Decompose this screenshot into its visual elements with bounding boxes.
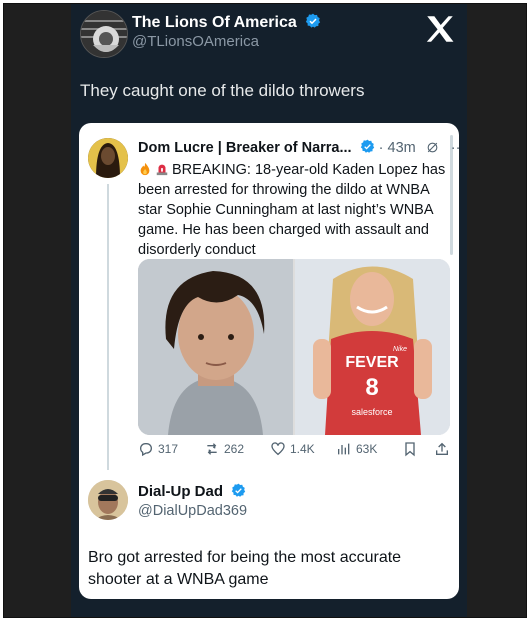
bookmark-icon: [405, 442, 415, 457]
views-icon: [338, 443, 350, 455]
screenshot-frame: The Lions Of America @TLionsOAmerica The…: [3, 3, 527, 618]
grok-icon[interactable]: [426, 141, 439, 154]
quote-author-name[interactable]: Dom Lucre | Breaker of Narra...: [138, 140, 352, 156]
jersey-brand: Nike: [393, 346, 407, 353]
like-button[interactable]: 1.4K: [270, 441, 315, 457]
views-button[interactable]: 63K: [336, 441, 377, 457]
author-name[interactable]: The Lions Of America: [132, 13, 321, 32]
quote-author-avatar[interactable]: [88, 138, 128, 178]
repost-count: 262: [224, 442, 245, 456]
siren-icon: [156, 164, 168, 176]
reply-icon: [140, 443, 152, 457]
quote-actions: 317 262 1.4K 63K: [138, 441, 454, 461]
share-button[interactable]: [434, 441, 450, 457]
reply-author-handle[interactable]: @DialUpDad369: [138, 503, 247, 519]
tweet-panel: The Lions Of America @TLionsOAmerica The…: [71, 4, 467, 617]
quote-time[interactable]: 43m: [388, 140, 416, 156]
views-count: 63K: [356, 442, 378, 456]
reply-count: 317: [158, 442, 179, 456]
jersey-team: FEVER: [345, 354, 399, 371]
share-icon: [436, 442, 448, 455]
reply-author-avatar[interactable]: [88, 480, 128, 520]
bookmark-button[interactable]: [402, 441, 418, 457]
verified-icon: [232, 483, 246, 497]
jersey-sponsor: salesforce: [351, 407, 392, 417]
reply-text: Bro got arrested for being the most accu…: [88, 549, 402, 588]
quote-text: BREAKING: 18-year-old Kaden Lopez has be…: [138, 162, 446, 258]
fire-icon: [140, 162, 150, 176]
repost-icon: [207, 443, 217, 455]
post-text: They caught one of the dildo throwers: [80, 81, 365, 100]
like-count: 1.4K: [290, 442, 315, 456]
thread-line: [107, 184, 109, 470]
quote-card[interactable]: Dom Lucre | Breaker of Narra... · 43m ··…: [79, 123, 459, 599]
reply-author-name[interactable]: Dial-Up Dad: [138, 483, 246, 500]
reply-button[interactable]: 317: [138, 441, 178, 457]
x-logo-icon[interactable]: [423, 12, 457, 46]
verified-icon: [360, 139, 374, 153]
verified-icon: [306, 13, 321, 28]
repost-button[interactable]: 262: [204, 441, 244, 457]
like-icon: [271, 442, 285, 456]
jersey-number: 8: [365, 374, 378, 401]
mugshot-image[interactable]: [138, 259, 293, 435]
player-image[interactable]: Nike FEVER 8 salesforce: [295, 259, 450, 435]
author-avatar[interactable]: [80, 10, 128, 58]
quote-media[interactable]: Nike FEVER 8 salesforce: [138, 259, 450, 435]
author-handle[interactable]: @TLionsOAmerica: [132, 33, 259, 50]
more-icon[interactable]: ···: [451, 140, 459, 156]
quote-header: Dom Lucre | Breaker of Narra... · 43m ··…: [138, 139, 459, 156]
